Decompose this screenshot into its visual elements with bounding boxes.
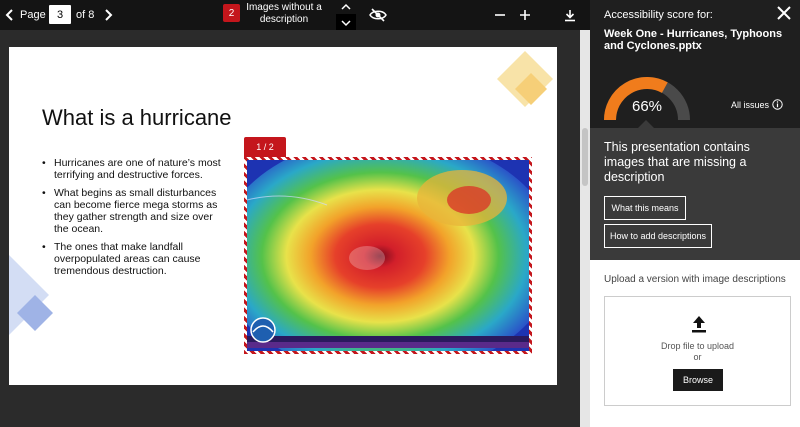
- close-icon[interactable]: [775, 4, 793, 22]
- page-number-input[interactable]: 3: [49, 5, 71, 24]
- file-name: Week One - Hurricanes, Typhoons and Cycl…: [604, 28, 783, 52]
- what-this-means-button[interactable]: What this means: [604, 196, 686, 220]
- eye-off-icon: [369, 8, 387, 22]
- chevron-right-icon: [105, 9, 113, 21]
- accessibility-panel: Accessibility score for: Week One - Hurr…: [590, 0, 800, 427]
- slide-page: What is a hurricane Hurricanes are one o…: [9, 47, 557, 385]
- page-label: Page: [20, 9, 46, 21]
- minus-icon: [495, 14, 505, 16]
- images-without-description-label: Images without a description: [246, 2, 322, 25]
- chevron-down-icon: [341, 19, 351, 26]
- file-drop-zone[interactable]: Drop file to upload or Browse: [604, 296, 791, 406]
- score-header: Accessibility score for: Week One - Hurr…: [590, 0, 800, 128]
- chevron-left-icon: [5, 9, 13, 21]
- download-icon: [565, 9, 575, 21]
- all-issues-link[interactable]: All issues: [731, 99, 783, 110]
- drop-file-text: Drop file to upload: [660, 341, 735, 351]
- slide-bullet: What begins as small disturbances can be…: [42, 187, 222, 235]
- page-total: of 8: [76, 9, 95, 21]
- score-heading: Accessibility score for:: [604, 9, 713, 21]
- plus-icon: [520, 10, 530, 20]
- hurricane-satellite-image: [247, 160, 529, 351]
- upload-heading: Upload a version with image descriptions: [604, 274, 786, 285]
- how-to-add-descriptions-button[interactable]: How to add descriptions: [604, 224, 712, 248]
- issue-summary: This presentation contains images that a…: [590, 128, 800, 260]
- next-issue-button[interactable]: [336, 14, 356, 31]
- slide-decoration-top-right: [497, 51, 553, 107]
- download-button[interactable]: [559, 4, 581, 26]
- score-value: 66%: [631, 98, 663, 115]
- zoom-out-button[interactable]: [489, 4, 511, 26]
- chevron-up-icon: [341, 3, 351, 10]
- slide-bullet: The ones that make landfall overpopulate…: [42, 241, 222, 277]
- previous-page-button[interactable]: [2, 0, 18, 30]
- next-page-button[interactable]: [100, 0, 116, 30]
- hide-highlights-button[interactable]: [367, 4, 389, 26]
- scrollbar-thumb[interactable]: [582, 128, 588, 186]
- slide-bullet: Hurricanes are one of nature’s most terr…: [42, 157, 222, 181]
- upload-icon: [692, 316, 706, 333]
- viewer-scrollbar[interactable]: [580, 30, 590, 427]
- panel-pointer: [638, 120, 654, 128]
- zoom-in-button[interactable]: [514, 4, 536, 26]
- slide-title: What is a hurricane: [42, 105, 232, 130]
- drop-instructions: Drop file to upload or: [605, 341, 790, 363]
- previous-issue-button[interactable]: [337, 0, 355, 13]
- viewer-toolbar: Page 3 of 8 2 Images without a descripti…: [0, 0, 590, 31]
- image-issue-tab[interactable]: 1 / 2: [244, 137, 286, 157]
- all-issues-label: All issues: [731, 99, 770, 110]
- issue-description: This presentation contains images that a…: [604, 140, 750, 184]
- images-count-badge: 2: [223, 4, 240, 22]
- info-icon: [772, 99, 783, 110]
- slide-bullet-list: Hurricanes are one of nature’s most terr…: [42, 157, 222, 283]
- flagged-image-frame[interactable]: [244, 157, 532, 354]
- or-text: or: [693, 352, 702, 362]
- browse-button[interactable]: Browse: [673, 369, 723, 391]
